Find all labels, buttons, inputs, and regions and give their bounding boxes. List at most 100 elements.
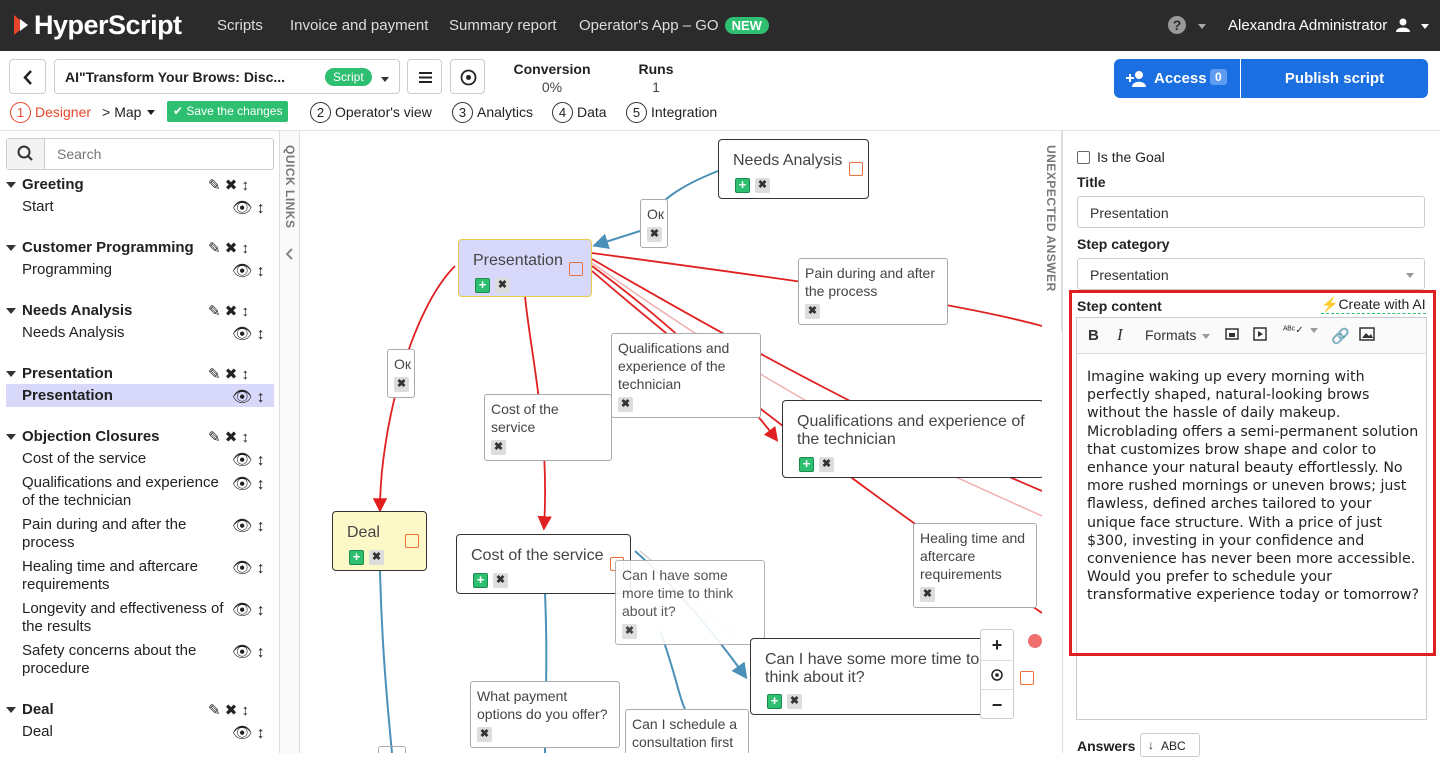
node-more-time[interactable]: Can I have some more time to think about… — [750, 638, 1010, 715]
move-icon[interactable]: ↕ — [242, 240, 250, 257]
edit-icon[interactable]: ✎ — [208, 429, 221, 446]
close-icon[interactable]: ✖ — [805, 304, 820, 319]
move-icon[interactable]: ↕ — [252, 476, 265, 493]
eye-icon[interactable]: 👁 — [232, 602, 252, 619]
move-icon[interactable]: ↕ — [242, 429, 250, 446]
add-icon[interactable]: + — [767, 694, 782, 709]
eye-icon[interactable]: 👁 — [232, 725, 252, 742]
close-icon[interactable]: ✖ — [225, 240, 238, 257]
sort-answers-button[interactable]: ↓ ABC — [1140, 733, 1200, 757]
close-icon[interactable]: ✖ — [647, 227, 662, 242]
close-icon[interactable]: ✖ — [369, 550, 384, 565]
edge-label-payment[interactable]: What payment options do you offer? ✖ — [470, 681, 620, 748]
close-icon[interactable]: ✖ — [493, 573, 508, 588]
edge-label-ok[interactable]: Ок ✖ — [387, 349, 415, 398]
eye-icon[interactable]: 👁 — [232, 263, 252, 280]
move-icon[interactable]: ↕ — [242, 177, 250, 194]
select-checkbox-icon[interactable] — [569, 262, 583, 276]
close-icon[interactable]: ✖ — [920, 587, 935, 602]
edge-label-schedule[interactable]: Can I schedule a consultation first to — [625, 709, 749, 753]
close-icon[interactable]: ✖ — [225, 702, 238, 719]
close-icon[interactable]: ✖ — [787, 694, 802, 709]
tab-data[interactable]: 4 Data — [552, 101, 607, 123]
node-cost-of-service[interactable]: Cost of the service + ✖ — [456, 534, 631, 594]
search-button[interactable] — [7, 139, 45, 169]
eye-icon[interactable]: 👁 — [232, 200, 252, 217]
sidebar-item-pain[interactable]: Pain during and after the process — [22, 516, 232, 552]
publish-script-button[interactable]: Publish script — [1241, 59, 1428, 98]
group-customer-programming[interactable]: Customer Programming — [6, 239, 194, 256]
title-input[interactable]: Presentation — [1077, 196, 1425, 228]
move-icon[interactable]: ↕ — [252, 200, 265, 217]
step-category-select[interactable]: Presentation — [1077, 258, 1425, 290]
unexpected-answer-panel[interactable]: UNEXPECTED ANSWER — [1042, 131, 1062, 331]
zoom-out-button[interactable]: − — [981, 690, 1013, 720]
edit-icon[interactable]: ✎ — [208, 240, 221, 257]
move-icon[interactable]: ↕ — [252, 452, 265, 469]
eye-icon[interactable]: 👁 — [232, 476, 252, 493]
tab-operators-view[interactable]: 2 Operator's view — [310, 101, 432, 123]
zoom-in-button[interactable]: + — [981, 630, 1013, 660]
node-qualifications[interactable]: Qualifications and experience of the tec… — [782, 400, 1042, 478]
add-icon[interactable]: + — [473, 573, 488, 588]
edit-icon[interactable]: ✎ — [208, 303, 221, 320]
nav-scripts[interactable]: Scripts — [217, 17, 263, 34]
eye-icon[interactable]: 👁 — [232, 518, 252, 535]
nav-operators-app[interactable]: Operator's App – GO NEW — [579, 17, 769, 34]
logo[interactable]: HyperScript — [12, 10, 182, 40]
save-changes-button[interactable]: ✔ Save the changes — [167, 101, 289, 122]
group-greeting[interactable]: Greeting — [6, 176, 84, 193]
edit-icon[interactable]: ✎ — [208, 702, 221, 719]
move-icon[interactable]: ↕ — [242, 303, 250, 320]
search-input[interactable] — [47, 139, 271, 169]
move-icon[interactable]: ↕ — [252, 263, 265, 280]
sidebar-item-qualifications[interactable]: Qualifications and experience of the tec… — [22, 474, 232, 510]
back-button[interactable] — [9, 59, 46, 94]
help-dropdown-caret[interactable] — [1192, 18, 1206, 36]
access-button[interactable]: Access 0 — [1114, 59, 1240, 98]
add-icon[interactable]: + — [735, 178, 750, 193]
close-icon[interactable]: ✖ — [225, 177, 238, 194]
edit-icon[interactable]: ✎ — [208, 366, 221, 383]
select-checkbox-icon[interactable] — [405, 534, 419, 548]
target-button[interactable] — [450, 59, 485, 94]
add-icon[interactable]: + — [349, 550, 364, 565]
move-icon[interactable]: ↕ — [252, 644, 265, 661]
user-menu[interactable]: Alexandra Administrator — [1228, 17, 1429, 34]
close-icon[interactable]: ✖ — [755, 178, 770, 193]
move-icon[interactable]: ↕ — [242, 366, 250, 383]
add-icon[interactable]: + — [799, 457, 814, 472]
close-icon[interactable]: ✖ — [225, 366, 238, 383]
sidebar-item-programming[interactable]: Programming — [22, 261, 232, 279]
sidebar-item-safety[interactable]: Safety concerns about the procedure — [22, 642, 232, 678]
eye-icon[interactable]: 👁 — [232, 452, 252, 469]
move-icon[interactable]: ↕ — [252, 389, 265, 406]
is-goal-checkbox[interactable] — [1077, 151, 1090, 164]
close-icon[interactable]: ✖ — [819, 457, 834, 472]
tab-integration[interactable]: 5 Integration — [626, 101, 717, 123]
select-checkbox-icon[interactable] — [1020, 671, 1034, 685]
close-icon[interactable]: ✖ — [477, 727, 492, 742]
sidebar-item-start[interactable]: Start — [22, 198, 232, 216]
node-presentation[interactable]: Presentation + ✖ — [458, 239, 592, 297]
eye-icon[interactable]: 👁 — [232, 644, 252, 661]
close-icon[interactable]: ✖ — [495, 278, 510, 293]
close-icon[interactable]: ✖ — [394, 377, 409, 392]
quick-links-panel[interactable]: QUICK LINKS — [280, 131, 300, 753]
eye-icon[interactable]: 👁 — [232, 560, 252, 577]
move-icon[interactable]: ↕ — [252, 725, 265, 742]
nav-summary-report[interactable]: Summary report — [449, 17, 557, 34]
help-icon[interactable]: ? — [1168, 16, 1186, 34]
group-needs-analysis[interactable]: Needs Analysis — [6, 302, 132, 319]
move-icon[interactable]: ↕ — [242, 702, 250, 719]
move-icon[interactable]: ↕ — [252, 602, 265, 619]
edge-label-qualifications[interactable]: Qualifications and experience of the tec… — [611, 333, 761, 418]
tab-analytics[interactable]: 3 Analytics — [452, 101, 533, 123]
group-presentation[interactable]: Presentation — [6, 365, 113, 382]
edge-label-ok[interactable]: Ок ✖ — [640, 199, 668, 248]
menu-button[interactable] — [407, 59, 442, 94]
eye-icon[interactable]: 👁 — [232, 389, 252, 406]
edge-label-healing[interactable]: Healing time and aftercare requirements ✖ — [913, 523, 1037, 608]
group-deal[interactable]: Deal — [6, 701, 54, 718]
close-icon[interactable]: ✖ — [618, 397, 633, 412]
